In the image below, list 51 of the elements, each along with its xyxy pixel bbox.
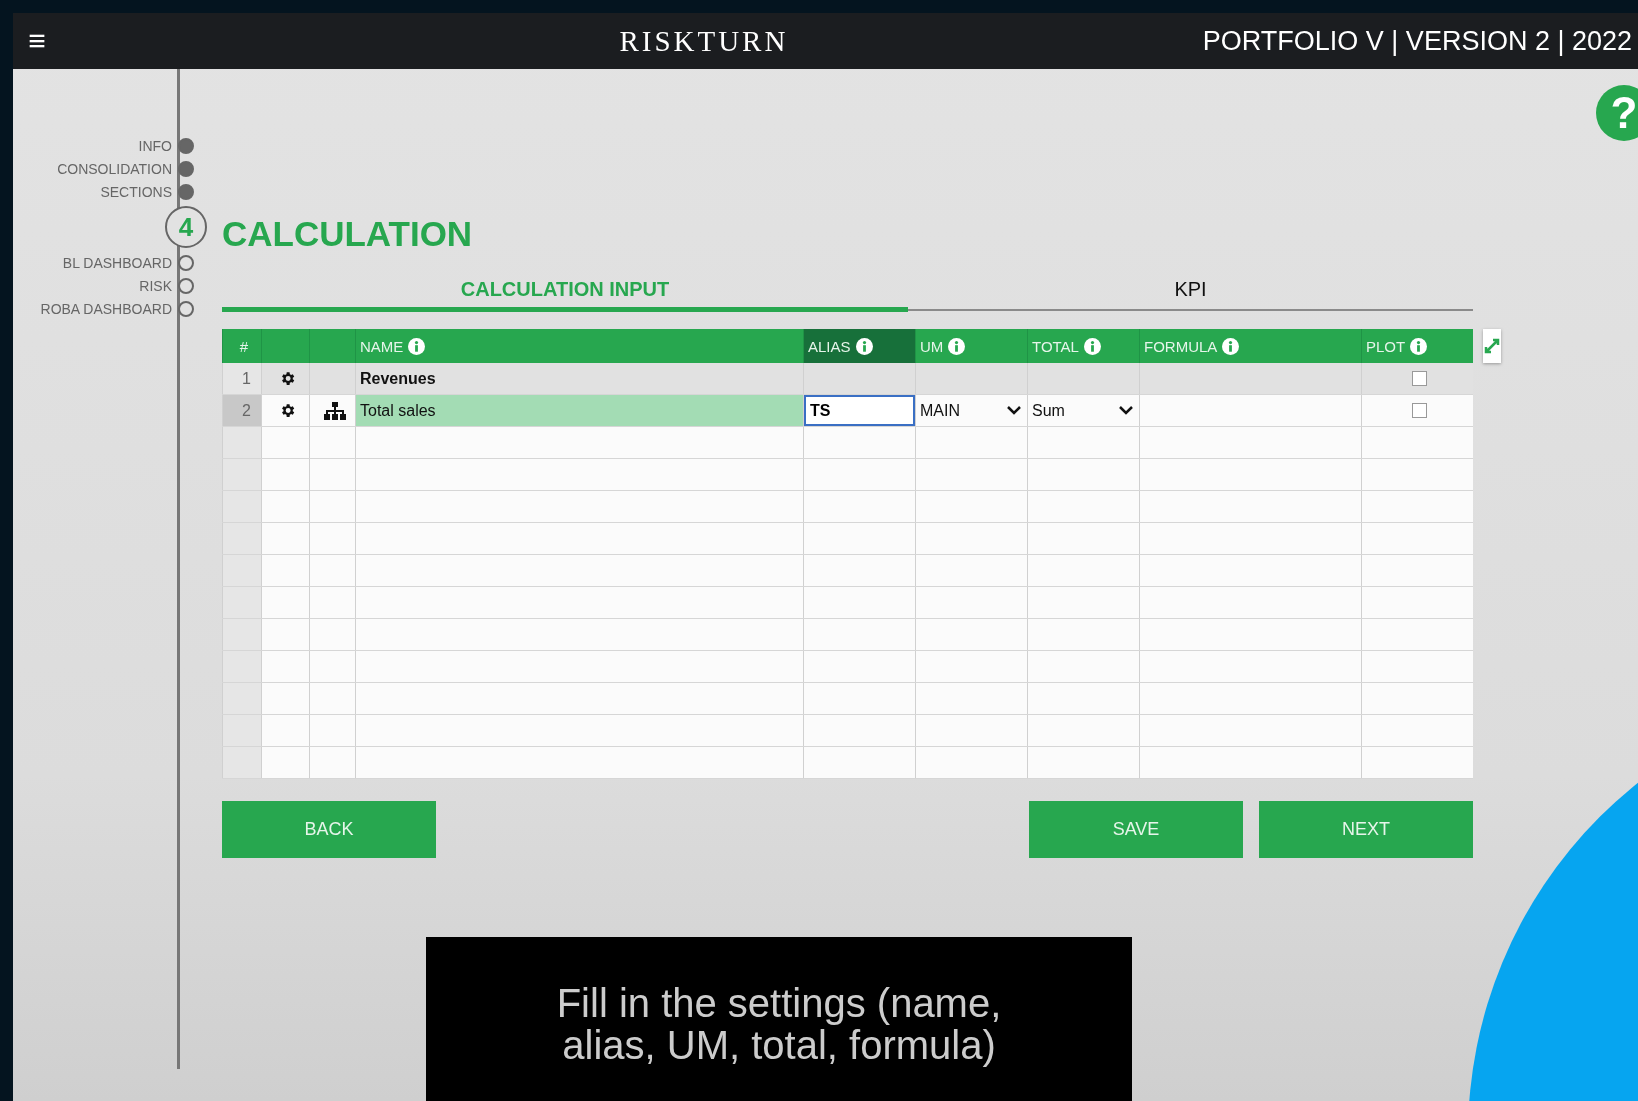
tab[interactable]: KPI — [908, 272, 1473, 312]
tab[interactable]: CALCULATION INPUT — [222, 272, 908, 312]
info-icon[interactable] — [855, 337, 873, 355]
info-icon[interactable] — [1222, 337, 1240, 355]
info-icon[interactable] — [948, 337, 966, 355]
back-button[interactable]: BACK — [222, 801, 436, 858]
step-label[interactable]: INFO — [138, 137, 172, 154]
step-label[interactable]: BL DASHBOARD — [62, 254, 172, 271]
action-button[interactable]: NEXT — [1259, 801, 1473, 858]
um-value: MAIN — [920, 401, 960, 420]
name-cell: Revenues — [355, 363, 803, 394]
alias-input[interactable]: TS — [804, 395, 915, 426]
chevron-down-icon — [1007, 406, 1021, 415]
logo: RISKTURN — [618, 24, 790, 58]
info-icon[interactable] — [1083, 337, 1101, 355]
total-select[interactable]: Sum — [1032, 401, 1139, 420]
header-label: UM — [920, 337, 944, 355]
gear-icon[interactable] — [279, 402, 296, 419]
header-label: # — [239, 337, 249, 355]
chevron-down-icon — [1119, 406, 1133, 415]
plot-checkbox[interactable] — [1412, 403, 1427, 418]
step-label[interactable]: ROBA DASHBOARD — [40, 300, 172, 317]
step-label[interactable]: RISK — [139, 277, 172, 294]
help-icon[interactable]: ? — [1596, 85, 1638, 141]
header-label: FORMULA — [1144, 337, 1218, 355]
current-step-number[interactable]: 4 — [165, 206, 207, 248]
info-icon[interactable] — [1410, 337, 1428, 355]
name-cell: Total sales — [355, 395, 803, 426]
expand-button[interactable] — [1483, 329, 1501, 363]
row-number: 1 — [222, 363, 261, 394]
hierarchy-icon[interactable] — [323, 401, 346, 420]
um-select[interactable]: MAIN — [920, 401, 1027, 420]
step-label[interactable]: CONSOLIDATION — [57, 160, 172, 177]
header-label: ALIAS — [808, 337, 851, 355]
page-title: CALCULATION — [222, 214, 474, 254]
menu-button[interactable]: ≡ — [19, 26, 55, 56]
row-number: 2 — [222, 395, 261, 426]
total-value: Sum — [1032, 401, 1065, 420]
plot-checkbox[interactable] — [1412, 371, 1427, 386]
expand-icon — [1483, 337, 1501, 355]
step-label[interactable]: SECTIONS — [100, 183, 172, 200]
header-label: TOTAL — [1032, 337, 1079, 355]
gear-icon[interactable] — [279, 370, 296, 387]
table-row[interactable]: 2 Total sales TS MAIN Sum — [222, 395, 1473, 427]
caption-text: Fill in the settings (name, alias, UM, total, formula) — [426, 937, 1132, 1101]
info-icon[interactable] — [408, 337, 426, 355]
header-label: PLOT — [1366, 337, 1406, 355]
action-button[interactable]: SAVE — [1029, 801, 1243, 858]
header-label: NAME — [360, 337, 404, 355]
portfolio-title: PORTFOLIO V | VERSION 2 | 2022 — [1202, 25, 1633, 57]
table-row[interactable]: 1 Revenues — [222, 363, 1473, 395]
